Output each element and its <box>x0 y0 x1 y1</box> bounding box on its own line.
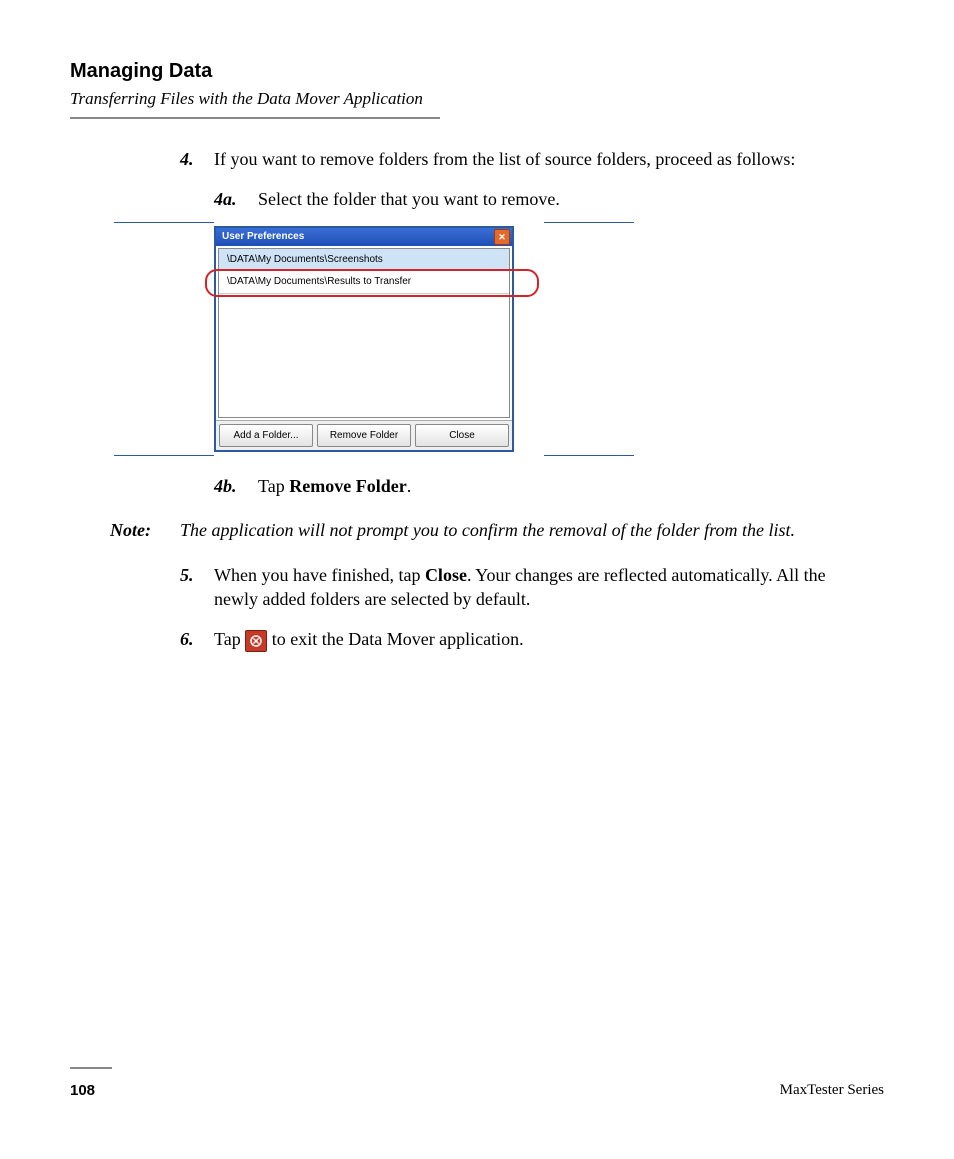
substep-text: Select the folder that you want to remov… <box>258 187 874 211</box>
step-5: 5. When you have finished, tap Close. Yo… <box>180 563 874 612</box>
guide-line <box>544 222 634 223</box>
step-text: When you have finished, tap Close. Your … <box>214 563 874 612</box>
text-prefix: Tap <box>214 629 245 649</box>
step-number: 5. <box>180 563 214 612</box>
text-prefix: When you have finished, tap <box>214 565 425 585</box>
exit-app-icon <box>245 630 267 652</box>
guide-line <box>114 222 214 223</box>
list-item[interactable]: \DATA\My Documents\Screenshots <box>219 249 509 272</box>
footer-rule <box>70 1067 112 1069</box>
note-block: Note: The application will not prompt yo… <box>110 518 874 542</box>
guide-line <box>114 455 214 456</box>
step-4: 4. If you want to remove folders from th… <box>180 147 874 171</box>
user-preferences-window: User Preferences ✕ \DATA\My Documents\Sc… <box>214 226 514 453</box>
folder-listbox[interactable]: \DATA\My Documents\Screenshots \DATA\My … <box>218 248 510 418</box>
remove-folder-button[interactable]: Remove Folder <box>317 424 411 448</box>
page: Managing Data Transferring Files with th… <box>0 0 954 1159</box>
subtitle-rule <box>70 117 440 119</box>
text-suffix: . <box>407 476 412 496</box>
guide-line <box>544 455 634 456</box>
step-4b: 4b. Tap Remove Folder. <box>214 474 874 498</box>
window-close-button[interactable]: ✕ <box>494 229 510 245</box>
add-folder-button[interactable]: Add a Folder... <box>219 424 313 448</box>
text-suffix: to exit the Data Mover application. <box>267 629 523 649</box>
step-number: 6. <box>180 627 214 652</box>
step-text: If you want to remove folders from the l… <box>214 147 874 171</box>
page-number: 108 <box>70 1082 95 1099</box>
note-text: The application will not prompt you to c… <box>180 518 874 542</box>
note-label: Note: <box>110 518 180 542</box>
close-button[interactable]: Close <box>415 424 509 448</box>
close-icon: ✕ <box>498 231 506 243</box>
substep-text: Tap Remove Folder. <box>258 474 874 498</box>
substep-number: 4a. <box>214 187 258 211</box>
body-column-lower: 5. When you have finished, tap Close. Yo… <box>180 563 874 653</box>
step-4a: 4a. Select the folder that you want to r… <box>214 187 874 211</box>
step-6: 6. Tap to exit the Data Mover applicatio… <box>180 627 874 652</box>
footer: 108 MaxTester Series <box>70 1082 884 1099</box>
step-text: Tap to exit the Data Mover application. <box>214 627 874 652</box>
window-titlebar: User Preferences ✕ <box>216 228 512 246</box>
section-subtitle: Transferring Files with the Data Mover A… <box>70 89 423 113</box>
text-bold: Close <box>425 565 467 585</box>
step-number: 4. <box>180 147 214 171</box>
body-column: 4. If you want to remove folders from th… <box>180 147 874 498</box>
series-label: MaxTester Series <box>780 1082 884 1099</box>
window-button-row: Add a Folder... Remove Folder Close <box>216 420 512 451</box>
screenshot-wrap: User Preferences ✕ \DATA\My Documents\Sc… <box>214 226 544 453</box>
substep-number: 4b. <box>214 474 258 498</box>
text-prefix: Tap <box>258 476 289 496</box>
text-bold: Remove Folder <box>289 476 406 496</box>
list-item[interactable]: \DATA\My Documents\Results to Transfer <box>219 271 509 294</box>
section-title: Managing Data <box>70 60 884 83</box>
window-title: User Preferences <box>222 230 304 244</box>
